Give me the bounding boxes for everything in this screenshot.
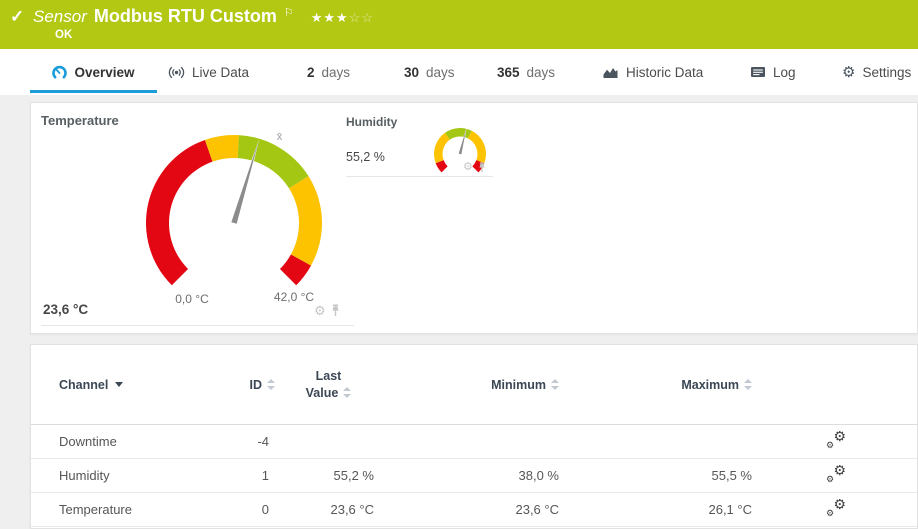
channel-settings-icon[interactable]: ⚙ ⚙ [826,431,846,450]
object-type-label: Sensor [33,7,87,26]
area-chart-icon [603,67,618,78]
live-data-icon [168,66,185,78]
star-empty-icon[interactable]: ☆ [361,10,374,25]
sort-icon [551,379,559,390]
humidity-current-value: 55,2 % [346,150,385,164]
humidity-gear-icon[interactable]: ⚙ [463,162,473,173]
last-value: 23,6 °C [330,502,374,517]
star-filled-icon[interactable]: ★ [336,10,349,25]
gear-icon: ⚙ [842,63,856,81]
svg-text:x̄: x̄ [277,131,283,143]
channel-id: 0 [261,502,269,517]
priority-stars[interactable]: ★★★☆☆ [311,10,374,26]
tab-historic-data-label: Historic Data [626,64,704,80]
column-header-minimum[interactable]: Minimum [376,378,561,392]
table-row: Temperature 0 23,6 °C 23,6 °C 26,1 °C ⚙ ⚙ [31,493,917,527]
table-row: Humidity 1 55,2 % 38,0 % 55,5 % ⚙ ⚙ [31,459,917,493]
active-tab-indicator [30,90,157,93]
channels-table-body: Downtime -4 ⚙ ⚙ Humidity 1 55,2 % 38,0 % 55,5 % ⚙… [31,425,917,527]
star-filled-icon[interactable]: ★ [311,10,324,25]
maximum-value: 26,1 °C [708,502,752,517]
tab-log-label: Log [773,64,796,80]
column-header-maximum[interactable]: Maximum [561,378,754,392]
channel-settings-icon[interactable]: ⚙ ⚙ [826,465,846,484]
column-header-last-value[interactable]: Last Value [281,368,376,401]
tab-365-days[interactable]: 365 days [497,49,555,95]
prtg-sensor-page: ✓ Sensor Modbus RTU Custom ⚐ ★★★☆☆ OK Ov… [0,0,918,529]
tab-30-days[interactable]: 30 days [404,49,455,95]
channel-settings-icon[interactable]: ⚙ ⚙ [826,499,846,518]
star-filled-icon[interactable]: ★ [323,10,336,25]
channel-id: -4 [257,434,269,449]
sensor-banner: ✓ Sensor Modbus RTU Custom ⚐ ★★★☆☆ OK [0,0,918,49]
temperature-scale-min: 0,0 °C [175,292,209,306]
maximum-value: 55,5 % [711,468,752,483]
temperature-pin-icon[interactable] [331,304,340,317]
column-header-id[interactable]: ID [229,378,281,392]
sensor-title: Modbus RTU Custom [93,6,277,26]
tab-live-data-label: Live Data [192,64,250,80]
status-badge: OK [55,29,73,41]
humidity-panel-divider [346,176,493,177]
sort-icon [343,387,352,399]
tab-overview[interactable]: Overview [30,49,157,95]
temperature-panel-title: Temperature [41,113,119,128]
log-icon [751,67,765,77]
channel-name: Downtime [59,434,117,449]
sensor-tab-bar: Overview Live Data 2 days 30 days 365 da… [0,49,918,95]
last-value: 55,2 % [333,468,374,483]
table-row: Downtime -4 ⚙ ⚙ [31,425,917,459]
temperature-current-value: 23,6 °C [43,302,89,317]
temperature-panel-divider [41,325,354,326]
channel-id: 1 [261,468,269,483]
tab-historic-data[interactable]: Historic Data [602,49,703,95]
tab-live-data[interactable]: Live Data [168,49,249,95]
minimum-value: 23,6 °C [515,502,559,517]
channels-table-card: Channel ID Last Value Minimum Maximum Do… [30,344,918,529]
channels-table-header: Channel ID Last Value Minimum Maximum [31,345,917,425]
temperature-gear-icon[interactable]: ⚙ [314,304,326,317]
star-empty-icon[interactable]: ☆ [349,10,362,25]
tab-2-days[interactable]: 2 days [307,49,350,95]
tab-overview-label: Overview [74,64,135,80]
minimum-value: 38,0 % [518,468,559,483]
channel-name: Temperature [59,502,132,517]
sort-icon [267,379,275,390]
humidity-panel-title: Humidity [346,115,398,129]
sort-icon [744,379,752,390]
tab-settings[interactable]: ⚙ Settings [842,49,911,95]
channel-name: Humidity [59,468,110,483]
temperature-gauge: x̄ [145,131,322,286]
tab-settings-label: Settings [862,64,912,80]
overview-gauges-card: Temperature x̄ 0,0 °C 42,0 °C 23,6 °C ⚙ … [30,102,918,334]
column-header-channel[interactable]: Channel [59,378,229,392]
humidity-pin-icon[interactable] [478,162,486,173]
tab-log[interactable]: Log [750,49,796,95]
gauge-icon [52,65,68,78]
temperature-scale-max: 42,0 °C [273,290,315,304]
sort-descending-icon [115,382,124,387]
status-ok-check-icon: ✓ [10,7,25,26]
priority-flag-icon[interactable]: ⚐ [284,6,294,19]
